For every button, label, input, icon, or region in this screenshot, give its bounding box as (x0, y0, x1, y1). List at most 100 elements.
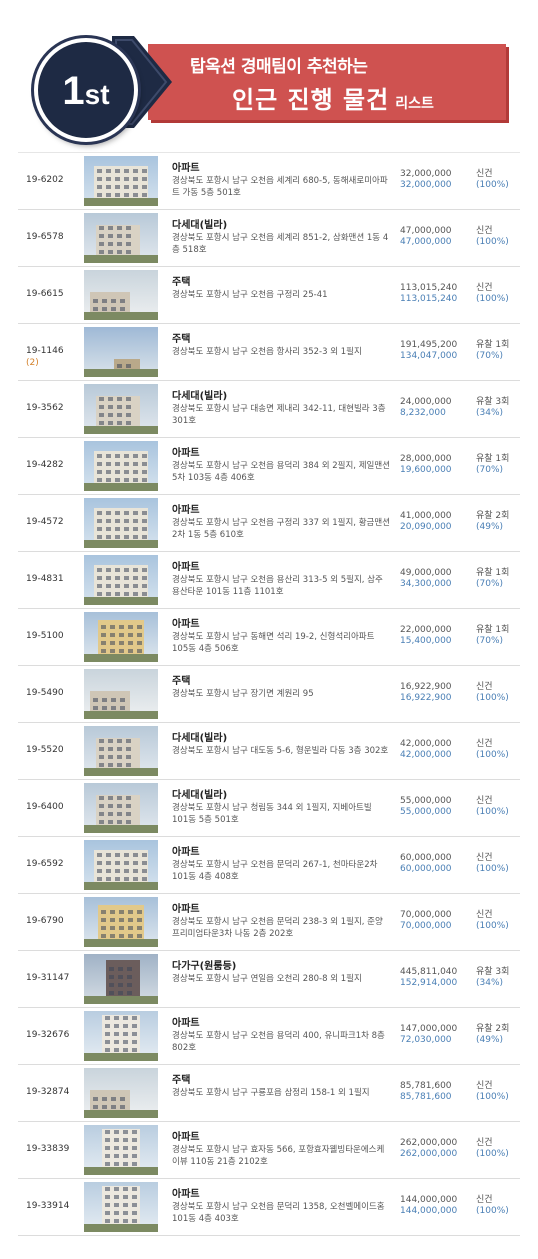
case-number-text[interactable]: 19-33839 (26, 1144, 69, 1154)
property-photo[interactable] (84, 498, 158, 548)
property-photo[interactable] (84, 897, 158, 947)
case-number-text[interactable]: 19-5490 (26, 688, 64, 698)
case-number[interactable]: 19-5100 (26, 631, 64, 641)
listing-row[interactable]: 19-6790 아파트 경상북도 포항시 남구 오천읍 문덕리 238-3 외 … (18, 894, 520, 951)
property-address[interactable]: 경상북도 포항시 남구 대송면 제내리 342-11, 대현빌라 3층 301호 (172, 403, 390, 427)
case-number-text[interactable]: 19-31147 (26, 973, 69, 983)
case-number-text[interactable]: 19-33914 (26, 1201, 69, 1211)
case-number[interactable]: 19-5520 (26, 745, 64, 755)
case-number[interactable]: 19-32874 (26, 1087, 69, 1097)
property-address[interactable]: 경상북도 포항시 남구 오천읍 용덕리 384 외 2필지, 제일맨션5차 10… (172, 460, 390, 484)
case-number[interactable]: 19-1146 (2) (26, 346, 64, 368)
property-address[interactable]: 경상북도 포항시 남구 오천읍 용산리 313-5 외 5필지, 삼주용산타운 … (172, 574, 390, 598)
case-number[interactable]: 19-33914 (26, 1201, 69, 1211)
case-number-text[interactable]: 19-6615 (26, 289, 64, 299)
listing-row[interactable]: 19-4572 아파트 경상북도 포항시 남구 오천읍 구정리 337 외 1필… (18, 495, 520, 552)
photo-window (105, 1048, 110, 1052)
property-photo[interactable] (84, 327, 158, 377)
case-number[interactable]: 19-6615 (26, 289, 64, 299)
property-type: 아파트 (172, 562, 200, 573)
listing-row[interactable]: 19-3562 다세대(빌라) 경상북도 포항시 남구 대송면 제내리 342-… (18, 381, 520, 438)
bid-rate: (100%) (476, 921, 509, 931)
listing-row[interactable]: 19-33839 아파트 경상북도 포항시 남구 효자동 566, 포항효자웰빙… (18, 1122, 520, 1179)
property-photo[interactable] (84, 156, 158, 206)
property-photo[interactable] (84, 384, 158, 434)
property-address[interactable]: 경상북도 포항시 남구 대도동 5-6, 형운빌라 다동 3층 302호 (172, 745, 390, 757)
property-address[interactable]: 경상북도 포항시 남구 효자동 566, 포항효자웰빙타운에스케이뷰 110동 … (172, 1144, 390, 1168)
case-number-text[interactable]: 19-4572 (26, 517, 64, 527)
property-address[interactable]: 경상북도 포항시 남구 오천읍 세계리 680-5, 동해새로미아파트 가동 5… (172, 175, 390, 199)
listing-row[interactable]: 19-5490 주택 경상북도 포항시 남구 장기면 계원리 95 16,922… (18, 666, 520, 723)
listing-row[interactable]: 19-6615 주택 경상북도 포항시 남구 오천읍 구정리 25-41 113… (18, 267, 520, 324)
property-photo[interactable] (84, 1125, 158, 1175)
case-number[interactable]: 19-4572 (26, 517, 64, 527)
case-number-text[interactable]: 19-6202 (26, 175, 64, 185)
photo-window (128, 934, 133, 938)
property-photo[interactable] (84, 726, 158, 776)
property-address[interactable]: 경상북도 포항시 남구 오천읍 세계리 851-2, 삼화맨션 1동 4층 51… (172, 232, 390, 256)
property-address[interactable]: 경상북도 포항시 남구 오천읍 항사리 352-3 외 1필지 (172, 346, 390, 358)
property-photo[interactable] (84, 555, 158, 605)
property-address[interactable]: 경상북도 포항시 남구 오천읍 문덕리 267-1, 천마타운2차 101동 4… (172, 859, 390, 883)
listing-row[interactable]: 19-33914 아파트 경상북도 포항시 남구 오천읍 문덕리 1358, 오… (18, 1179, 520, 1236)
case-number-text[interactable]: 19-32874 (26, 1087, 69, 1097)
case-number-text[interactable]: 19-6790 (26, 916, 64, 926)
case-number[interactable]: 19-4282 (26, 460, 64, 470)
case-number-text[interactable]: 19-5520 (26, 745, 64, 755)
property-address[interactable]: 경상북도 포항시 남구 오천읍 문덕리 1358, 오천벨메이드홈 101동 4… (172, 1201, 390, 1225)
property-address[interactable]: 경상북도 포항시 남구 오천읍 문덕리 238-3 외 1필지, 준양프리미엄타… (172, 916, 390, 940)
case-number-text[interactable]: 19-32676 (26, 1030, 69, 1040)
listing-row[interactable]: 19-32676 아파트 경상북도 포항시 남구 오천읍 용덕리 400, 유니… (18, 1008, 520, 1065)
property-address[interactable]: 경상북도 포항시 남구 동해면 석리 19-2, 신형석리아파트 105동 4층… (172, 631, 390, 655)
listing-row[interactable]: 19-6400 다세대(빌라) 경상북도 포항시 남구 청림동 344 외 1필… (18, 780, 520, 837)
case-number-text[interactable]: 19-3562 (26, 403, 64, 413)
property-photo[interactable] (84, 669, 158, 719)
case-number-text[interactable]: 19-5100 (26, 631, 64, 641)
listing-row[interactable]: 19-6578 다세대(빌라) 경상북도 포항시 남구 오천읍 세계리 851-… (18, 210, 520, 267)
case-number-text[interactable]: 19-6578 (26, 232, 64, 242)
listing-row[interactable]: 19-32874 주택 경상북도 포항시 남구 구룡포읍 삼정리 158-1 외… (18, 1065, 520, 1122)
case-number[interactable]: 19-6578 (26, 232, 64, 242)
case-number-text[interactable]: 19-4282 (26, 460, 64, 470)
property-address[interactable]: 경상북도 포항시 남구 연일읍 오천리 280-8 외 1필지 (172, 973, 390, 985)
property-photo[interactable] (84, 612, 158, 662)
property-address[interactable]: 경상북도 포항시 남구 청림동 344 외 1필지, 지베아트빌 101동 5층… (172, 802, 390, 826)
property-photo[interactable] (84, 840, 158, 890)
case-number-text[interactable]: 19-4831 (26, 574, 64, 584)
property-photo[interactable] (84, 1068, 158, 1118)
listing-row[interactable]: 19-4831 아파트 경상북도 포항시 남구 오천읍 용산리 313-5 외 … (18, 552, 520, 609)
case-number[interactable]: 19-6400 (26, 802, 64, 812)
case-number[interactable]: 19-4831 (26, 574, 64, 584)
case-number-text[interactable]: 19-6592 (26, 859, 64, 869)
case-number[interactable]: 19-31147 (26, 973, 69, 983)
listing-row[interactable]: 19-1146 (2) 주택 경상북도 포항시 남구 오천읍 항사리 352-3… (18, 324, 520, 381)
case-number[interactable]: 19-3562 (26, 403, 64, 413)
property-address[interactable]: 경상북도 포항시 남구 장기면 계원리 95 (172, 688, 390, 700)
property-photo[interactable] (84, 213, 158, 263)
case-number[interactable]: 19-6202 (26, 175, 64, 185)
property-photo[interactable] (84, 1011, 158, 1061)
case-number[interactable]: 19-32676 (26, 1030, 69, 1040)
case-number[interactable]: 19-5490 (26, 688, 64, 698)
case-number[interactable]: 19-6790 (26, 916, 64, 926)
case-number-text[interactable]: 19-1146 (26, 346, 64, 356)
photo-window (133, 177, 138, 181)
listing-row[interactable]: 19-4282 아파트 경상북도 포항시 남구 오천읍 용덕리 384 외 2필… (18, 438, 520, 495)
property-address[interactable]: 경상북도 포항시 남구 구룡포읍 삼정리 158-1 외 1필지 (172, 1087, 390, 1099)
property-address[interactable]: 경상북도 포항시 남구 오천읍 구정리 25-41 (172, 289, 390, 301)
case-number[interactable]: 19-6592 (26, 859, 64, 869)
case-number-text[interactable]: 19-6400 (26, 802, 64, 812)
listing-row[interactable]: 19-5100 아파트 경상북도 포항시 남구 동해면 석리 19-2, 신형석… (18, 609, 520, 666)
property-photo[interactable] (84, 1182, 158, 1232)
listing-row[interactable]: 19-6592 아파트 경상북도 포항시 남구 오천읍 문덕리 267-1, 천… (18, 837, 520, 894)
property-photo[interactable] (84, 270, 158, 320)
listing-row[interactable]: 19-6202 아파트 경상북도 포항시 남구 오천읍 세계리 680-5, 동… (18, 152, 520, 210)
property-address[interactable]: 경상북도 포항시 남구 오천읍 구정리 337 외 1필지, 황금맨션2차 1동… (172, 517, 390, 541)
case-number[interactable]: 19-33839 (26, 1144, 69, 1154)
property-address[interactable]: 경상북도 포항시 남구 오천읍 용덕리 400, 유니파크1차 8층 802호 (172, 1030, 390, 1054)
property-photo[interactable] (84, 954, 158, 1004)
listing-row[interactable]: 19-5520 다세대(빌라) 경상북도 포항시 남구 대도동 5-6, 형운빌… (18, 723, 520, 780)
listing-row[interactable]: 19-31147 다가구(원룸등) 경상북도 포항시 남구 연일읍 오천리 28… (18, 951, 520, 1008)
property-photo[interactable] (84, 783, 158, 833)
property-photo[interactable] (84, 441, 158, 491)
